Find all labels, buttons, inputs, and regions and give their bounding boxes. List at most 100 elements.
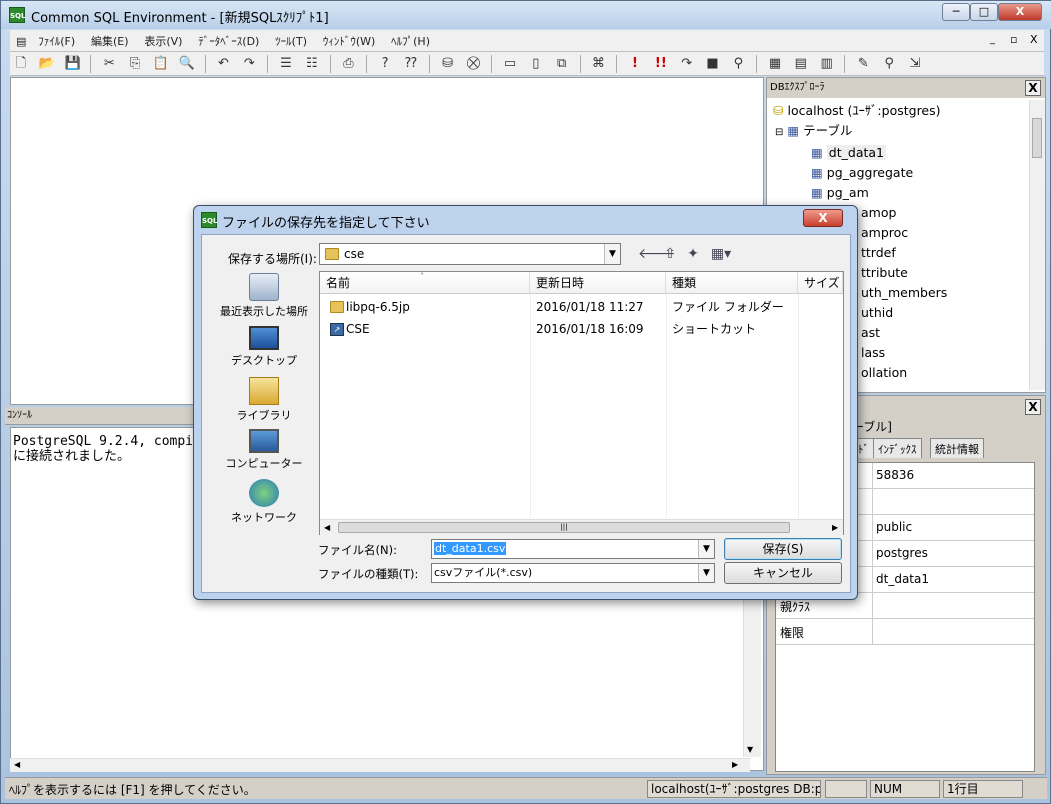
- tree-item[interactable]: ▦ dt_data1: [773, 143, 947, 163]
- context-help-icon[interactable]: ⁇: [402, 55, 420, 73]
- undo-icon[interactable]: ↶: [214, 55, 232, 73]
- place-recent[interactable]: 最近表示した場所: [210, 273, 318, 319]
- connect-icon[interactable]: ⛁: [439, 55, 457, 73]
- menu-window[interactable]: ｳｨﾝﾄﾞｳ(W): [317, 30, 381, 52]
- properties-close-button[interactable]: X: [1025, 399, 1041, 415]
- toolbar-separator: [491, 55, 493, 73]
- window-icon[interactable]: ▭: [501, 55, 519, 73]
- menu-database[interactable]: ﾃﾞｰﾀﾍﾞｰｽ(D): [192, 30, 265, 52]
- tab-indexes[interactable]: ｲﾝﾃﾞｯｸｽ: [873, 438, 922, 458]
- places-bar: 最近表示した場所 デスクトップ ライブラリ コンピューター ネットワーク: [210, 271, 318, 524]
- open-folder-icon[interactable]: 📂: [38, 55, 56, 73]
- tab-statistics[interactable]: 統計情報: [930, 438, 984, 458]
- location-label: 保存する場所(I):: [228, 252, 317, 266]
- tree-tables-node[interactable]: ⊟ ▦ テーブル: [773, 121, 947, 143]
- tree-root[interactable]: ⛁ localhost (ﾕｰｻﾞ:postgres): [773, 101, 947, 121]
- new-file-icon[interactable]: 🗋: [12, 55, 30, 73]
- table-view-icon[interactable]: ▥: [818, 55, 836, 73]
- execute-all-icon[interactable]: !!: [652, 55, 670, 73]
- scroll-left-arrow-icon[interactable]: ◀: [324, 523, 330, 532]
- place-desktop[interactable]: デスクトップ: [210, 326, 318, 368]
- close-button[interactable]: X: [998, 3, 1042, 21]
- new-folder-icon[interactable]: ✦: [683, 244, 703, 264]
- column-header-type[interactable]: 種類: [666, 272, 798, 294]
- console-horizontal-scrollbar[interactable]: ◀ ▶: [10, 758, 750, 772]
- menu-view[interactable]: 表示(V): [138, 30, 188, 52]
- table-import-icon[interactable]: ▦: [766, 55, 784, 73]
- cancel-button[interactable]: キャンセル: [724, 562, 842, 584]
- scroll-right-arrow-icon[interactable]: ▶: [832, 523, 838, 532]
- print-icon[interactable]: ⎙: [339, 55, 357, 73]
- menu-edit[interactable]: 編集(E): [85, 30, 135, 52]
- status-help-text: ﾍﾙﾌﾟを表示するには [F1] を押してください。: [9, 783, 256, 797]
- column-header-size[interactable]: サイズ: [798, 272, 843, 294]
- explain-icon[interactable]: ⚲: [729, 55, 747, 73]
- search-icon[interactable]: ⚲: [880, 55, 898, 73]
- indent-icon[interactable]: ☰: [277, 55, 295, 73]
- up-folder-icon[interactable]: ⇧: [660, 244, 680, 264]
- chevron-down-icon[interactable]: ▼: [604, 244, 620, 264]
- folder-icon: [325, 248, 339, 260]
- step-icon[interactable]: ↷: [678, 55, 696, 73]
- file-list-horizontal-scrollbar[interactable]: ◀ ||| ▶: [320, 519, 843, 535]
- place-libraries[interactable]: ライブラリ: [210, 377, 318, 423]
- menu-file[interactable]: ﾌｧｲﾙ(F): [32, 30, 81, 52]
- status-num: NUM: [870, 780, 940, 798]
- child-minimize-button[interactable]: _: [990, 34, 995, 45]
- filetype-select[interactable]: csvファイル(*.csv) ▼: [431, 563, 715, 583]
- column-header-date[interactable]: 更新日時: [530, 272, 666, 294]
- column-header-name[interactable]: 名前 ˄: [320, 272, 530, 294]
- property-value: 58836: [876, 468, 915, 482]
- scroll-right-arrow-icon[interactable]: ▶: [732, 760, 738, 769]
- menu-help[interactable]: ﾍﾙﾌﾟ(H): [385, 30, 436, 52]
- redo-icon[interactable]: ↷: [240, 55, 258, 73]
- menu-tools[interactable]: ﾂｰﾙ(T): [269, 30, 313, 52]
- place-computer[interactable]: コンピューター: [210, 429, 318, 471]
- location-dropdown[interactable]: cse ▼: [319, 243, 621, 265]
- cut-icon[interactable]: ✂: [100, 55, 118, 73]
- child-close-button[interactable]: X: [1030, 33, 1038, 46]
- chevron-down-icon[interactable]: ▼: [698, 564, 714, 582]
- new-window-icon[interactable]: ▯: [527, 55, 545, 73]
- stop-icon[interactable]: ■: [704, 55, 722, 73]
- dialog-close-button[interactable]: X: [803, 209, 843, 227]
- help-icon[interactable]: ?: [376, 55, 394, 73]
- scroll-left-arrow-icon[interactable]: ◀: [14, 760, 20, 769]
- cascade-icon[interactable]: ⧉: [553, 55, 571, 73]
- back-icon[interactable]: 🡐: [638, 244, 676, 264]
- table-export-icon[interactable]: ▤: [792, 55, 810, 73]
- outdent-icon[interactable]: ☷: [303, 55, 321, 73]
- find-icon[interactable]: 🔍: [178, 55, 196, 73]
- tree-root-label: localhost (ﾕｰｻﾞ:postgres): [787, 103, 941, 118]
- format-icon[interactable]: ✎: [854, 55, 872, 73]
- status-line: 1行目: [943, 780, 1023, 798]
- toolbar-separator: [267, 55, 269, 73]
- tree-item[interactable]: ▦ pg_aggregate: [773, 163, 947, 183]
- explorer-vertical-scrollbar[interactable]: [1029, 100, 1045, 390]
- save-button[interactable]: 保存(S): [724, 538, 842, 560]
- explorer-scroll-thumb[interactable]: [1032, 118, 1042, 158]
- select-icon[interactable]: ⇲: [906, 55, 924, 73]
- minimize-button[interactable]: ─: [942, 3, 970, 21]
- chevron-down-icon[interactable]: ▼: [698, 540, 714, 558]
- tree-item[interactable]: ▦ pg_am: [773, 183, 947, 203]
- maximize-button[interactable]: □: [970, 3, 998, 21]
- file-row[interactable]: ↗ CSE 2016/01/18 16:09 ショートカット: [320, 318, 840, 340]
- copy-icon[interactable]: ⎘: [126, 55, 144, 73]
- scroll-down-arrow-icon[interactable]: ▼: [747, 745, 753, 754]
- file-row[interactable]: libpq-6.5jp 2016/01/18 11:27 ファイル フォルダー: [320, 296, 840, 318]
- save-icon[interactable]: 💾: [64, 55, 82, 73]
- tree-item-label: uth_members: [861, 285, 948, 300]
- filename-input[interactable]: dt_data1.csv ▼: [431, 539, 715, 559]
- view-menu-icon[interactable]: ▦▾: [708, 244, 734, 264]
- paste-icon[interactable]: 📋: [152, 55, 170, 73]
- db-explorer-close-button[interactable]: X: [1025, 80, 1041, 96]
- execute-icon[interactable]: !: [626, 55, 644, 73]
- disconnect-icon[interactable]: ⛒: [464, 55, 482, 73]
- place-network[interactable]: ネットワーク: [210, 479, 318, 525]
- script-icon[interactable]: ⌘: [589, 55, 607, 73]
- file-list-scroll-thumb[interactable]: |||: [338, 522, 790, 533]
- place-label: 最近表示した場所: [220, 305, 308, 318]
- child-restore-button[interactable]: ▫: [1010, 33, 1017, 46]
- file-type: ショートカット: [672, 322, 757, 336]
